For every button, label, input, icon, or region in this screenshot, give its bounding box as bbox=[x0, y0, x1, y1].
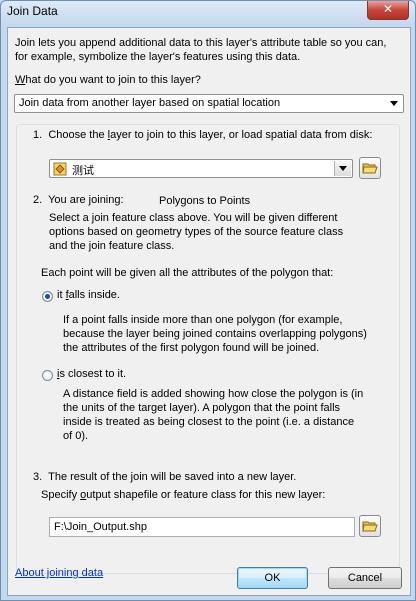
step1-text-a: Choose the bbox=[48, 129, 108, 141]
falls-inside-desc-3: the attributes of the first polygon foun… bbox=[63, 342, 320, 354]
falls-inside-desc-1: If a point falls inside more than one po… bbox=[63, 314, 343, 326]
step2-desc-3: and the join feature class. bbox=[49, 240, 175, 252]
step1-text-b: ayer to join to this layer, or load spat… bbox=[110, 129, 373, 141]
step2-label: 2. You are joining: bbox=[33, 194, 124, 206]
step3-text: The result of the join will be saved int… bbox=[48, 471, 297, 483]
spatial-join-options: 1. Choose the layer to join to this laye… bbox=[16, 124, 400, 574]
about-joining-data-link[interactable]: About joining data bbox=[15, 567, 103, 579]
joining-value: Polygons to Points bbox=[159, 195, 251, 207]
closest-desc-4: of 0). bbox=[63, 430, 89, 442]
close-button[interactable]: ✕ bbox=[367, 1, 409, 20]
closest-desc-2: the units of the target layer). A polygo… bbox=[63, 402, 341, 414]
polygon-layer-icon bbox=[53, 162, 67, 176]
title-bar[interactable]: Join Data ✕ bbox=[1, 1, 415, 27]
falls-inside-description: If a point falls inside more than one po… bbox=[63, 313, 367, 355]
dialog-body: Join lets you append additional data to … bbox=[7, 27, 411, 596]
chevron-down-icon bbox=[339, 166, 347, 171]
closest-text: s closest to it. bbox=[59, 368, 127, 380]
output-path-value: F:\Join_Output.shp bbox=[54, 521, 147, 533]
join-data-window: Join Data ✕ Join lets you append additio… bbox=[0, 0, 416, 601]
specify-text-a: Specify bbox=[41, 489, 81, 501]
open-folder-icon bbox=[362, 521, 378, 532]
step3-number: 3. bbox=[33, 471, 43, 483]
join-type-label: What do you want to join to this layer? bbox=[15, 74, 201, 86]
window-title: Join Data bbox=[7, 4, 58, 18]
step1-label: 1. Choose the layer to join to this laye… bbox=[33, 129, 372, 141]
join-type-label-text: hat do you want to join to this layer? bbox=[25, 74, 201, 86]
intro-text: Join lets you append additional data to … bbox=[15, 36, 386, 64]
falls-inside-label[interactable]: it falls inside. bbox=[57, 289, 120, 301]
falls-inside-desc-2: because the layer being joined contains … bbox=[63, 328, 367, 340]
each-point-label: Each point will be given all the attribu… bbox=[41, 267, 334, 279]
chevron-down-icon bbox=[390, 101, 398, 106]
intro-line-1: Join lets you append additional data to … bbox=[15, 37, 387, 49]
step2-description: Select a join feature class above. You w… bbox=[49, 211, 343, 253]
radio-falls-inside[interactable] bbox=[42, 291, 53, 302]
falls-inside-text-b: alls inside. bbox=[68, 289, 120, 301]
open-folder-icon bbox=[362, 163, 378, 174]
closest-desc-1: A distance field is added showing how cl… bbox=[63, 388, 364, 400]
step2-desc-2: options based on geometry types of the s… bbox=[49, 226, 344, 238]
radio-closest[interactable] bbox=[42, 370, 53, 381]
step2-text: You are joining: bbox=[48, 194, 124, 206]
layer-dropdown-button[interactable] bbox=[334, 161, 351, 176]
step2-number: 2. bbox=[33, 194, 43, 206]
join-type-dropdown-button[interactable] bbox=[386, 96, 402, 111]
browse-output-button[interactable] bbox=[359, 515, 381, 537]
closest-desc-3: inside is treated as being closest to th… bbox=[63, 416, 355, 428]
step1-number: 1. bbox=[33, 129, 43, 141]
cancel-button[interactable]: Cancel bbox=[328, 567, 402, 589]
join-type-label-accel: W bbox=[15, 74, 26, 86]
closest-label[interactable]: is closest to it. bbox=[57, 368, 126, 380]
intro-line-2: for example, symbolize the layer's featu… bbox=[15, 51, 301, 63]
browse-layer-button[interactable] bbox=[359, 157, 381, 179]
ok-button[interactable]: OK bbox=[237, 567, 308, 589]
join-type-selected: Join data from another layer based on sp… bbox=[19, 97, 281, 109]
layer-select[interactable]: 测试 bbox=[49, 159, 353, 178]
falls-inside-text-a: it bbox=[57, 289, 66, 301]
specify-output-label: Specify output shapefile or feature clas… bbox=[41, 489, 325, 501]
step3-label: 3. The result of the join will be saved … bbox=[33, 471, 296, 483]
specify-text-b: utput shapefile or feature class for thi… bbox=[86, 489, 326, 501]
layer-selected: 测试 bbox=[72, 165, 94, 177]
closest-description: A distance field is added showing how cl… bbox=[63, 387, 363, 443]
step2-desc-1: Select a join feature class above. You w… bbox=[49, 212, 338, 224]
output-path-input[interactable]: F:\Join_Output.shp bbox=[49, 517, 355, 537]
close-icon: ✕ bbox=[382, 2, 394, 16]
join-type-select[interactable]: Join data from another layer based on sp… bbox=[14, 94, 404, 113]
